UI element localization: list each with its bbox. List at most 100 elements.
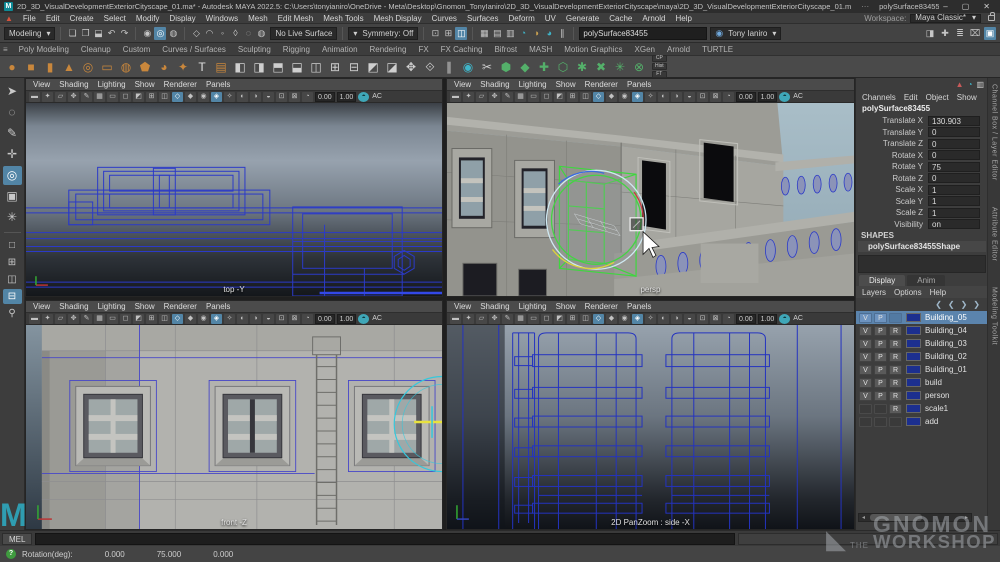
color-management-icon[interactable]: ◓ (779, 92, 790, 102)
new-scene-icon[interactable]: ❏ (66, 27, 78, 40)
channel-attribute-row[interactable]: Rotate X 0 (856, 150, 988, 162)
viewport-bookmark-icon[interactable]: ✦ (42, 92, 53, 102)
persp-viewport-canvas[interactable]: persp (447, 103, 854, 296)
launch-arnold-icon[interactable]: ◕ (543, 27, 555, 40)
open-render-view-icon[interactable]: ▦ (478, 27, 490, 40)
viewport-ao-icon[interactable]: ◑ (671, 314, 682, 324)
layout-persp-outliner-button[interactable]: ⊟ (3, 289, 22, 304)
layer-playback-toggle[interactable]: P (874, 391, 887, 401)
layer-editor-menu-item[interactable]: Layers (862, 288, 886, 297)
viewport-menu-item[interactable]: Lighting (98, 80, 126, 89)
channel-box-menu-item[interactable]: Object (926, 93, 949, 102)
snap-plane-icon[interactable]: ◊ (229, 27, 241, 40)
layer-row[interactable]: add (856, 415, 988, 428)
viewport-gate-mask-icon[interactable]: ◩ (554, 92, 565, 102)
toggle-channel-box-icon[interactable]: ▣ (984, 27, 996, 40)
ac-toggle[interactable]: AC (792, 315, 804, 322)
shelf-mini-button[interactable]: FT (652, 71, 667, 78)
menu-item[interactable]: Generate (561, 14, 604, 23)
select-hierarchy-icon[interactable]: ◉ (141, 27, 153, 40)
sidebar-vertical-tab[interactable]: Attribute Editor (991, 207, 998, 261)
layer-visibility-toggle[interactable] (859, 417, 872, 427)
channel-attribute-value[interactable]: 0 (928, 139, 980, 149)
viewport-xray-icon[interactable]: ⊠ (289, 92, 300, 102)
channel-attribute-value[interactable]: 1 (928, 196, 980, 206)
layer-row[interactable]: V P R build (856, 376, 988, 389)
channel-attribute-row[interactable]: Rotate Y 75 (856, 161, 988, 173)
layer-row[interactable]: V P R Building_03 (856, 337, 988, 350)
workspace-dropdown[interactable]: Maya Classic* ▾ (910, 14, 981, 23)
viewport-persp[interactable]: ViewShadingLightingShowRendererPanels ▬✦… (446, 78, 855, 297)
poly-plane-icon[interactable]: ▭ (99, 59, 115, 75)
boolean-difference-icon[interactable]: ◆ (517, 59, 533, 75)
maximize-button[interactable]: ▢ (962, 2, 970, 11)
channel-attribute-row[interactable]: Rotate Z 0 (856, 173, 988, 185)
shelf-tab[interactable]: Rendering (364, 44, 413, 55)
viewport-resolution-gate-icon[interactable]: ◻ (120, 314, 131, 324)
shelf-tab[interactable]: FX (412, 44, 434, 55)
viewport-exposure-icon[interactable]: ◔ (302, 314, 313, 324)
viewport-film-gate-icon[interactable]: ▭ (528, 92, 539, 102)
viewport-shadows-icon[interactable]: ◐ (658, 314, 669, 324)
viewport-isolate-icon[interactable]: ⊡ (697, 314, 708, 324)
command-line-input[interactable] (35, 533, 735, 545)
layer-visibility-toggle[interactable] (859, 404, 872, 414)
layer-display-type-toggle[interactable] (889, 417, 902, 427)
shelf-tab[interactable]: Animation (316, 44, 364, 55)
layer-display-type-toggle[interactable]: R (889, 404, 902, 414)
shelf-tab[interactable]: FX Caching (435, 44, 489, 55)
shelf-tab[interactable]: Rigging (277, 44, 316, 55)
shelf-tab[interactable]: Bifrost (488, 44, 523, 55)
viewport-menu-item[interactable]: Show (135, 80, 155, 89)
viewport-menu-item[interactable]: Shading (59, 302, 88, 311)
viewport-wireframe-on-shaded-icon[interactable]: ◈ (632, 92, 643, 102)
hypershade-icon[interactable]: ◑ (530, 27, 542, 40)
viewport-xray-icon[interactable]: ⊠ (710, 314, 721, 324)
viewport-menu-item[interactable]: Panels (627, 302, 651, 311)
rotate-tool[interactable]: ◎ (3, 166, 22, 185)
scroll-right-arrow[interactable]: ▸ (962, 514, 971, 521)
layout-four-pane-button[interactable]: ⊞ (3, 255, 22, 270)
menu-item[interactable]: Edit (41, 14, 65, 23)
viewport-shadows-icon[interactable]: ◐ (237, 92, 248, 102)
layer-color-swatch[interactable] (906, 378, 921, 387)
viewport-textured-icon[interactable]: ◉ (619, 314, 630, 324)
menu-item[interactable]: Edit Mesh (273, 14, 319, 23)
viewport-wireframe-icon[interactable]: ◇ (593, 314, 604, 324)
layer-display-type-toggle[interactable]: R (889, 391, 902, 401)
sphere-project-icon[interactable]: ◕ (156, 59, 172, 75)
viewport-textured-icon[interactable]: ◉ (619, 92, 630, 102)
viewport-bookmark-icon[interactable]: ✦ (463, 92, 474, 102)
sidebar-vertical-tab[interactable]: Channel Box / Layer Editor (991, 84, 998, 181)
lasso-select-tool[interactable]: ◌ (3, 103, 22, 122)
exposure-field[interactable]: 0.00 (315, 314, 335, 324)
viewport-lights-icon[interactable]: ✧ (645, 314, 656, 324)
command-result-field[interactable] (738, 533, 998, 545)
quad-draw-icon[interactable]: ◉ (460, 59, 476, 75)
viewport-2d-pan-zoom-icon[interactable]: ✥ (489, 314, 500, 324)
menu-item[interactable]: Windows (201, 14, 243, 23)
pause-viewport-icon[interactable]: ∥ (556, 27, 568, 40)
snap-grid-icon[interactable]: ◇ (190, 27, 202, 40)
snap-curve-icon[interactable]: ◠ (203, 27, 215, 40)
layer-editor-tab[interactable]: Anim (907, 275, 945, 286)
layer-playback-toggle[interactable]: P (874, 352, 887, 362)
ac-toggle[interactable]: AC (792, 93, 804, 100)
viewport-resolution-gate-icon[interactable]: ◻ (541, 314, 552, 324)
layer-playback-toggle[interactable] (874, 404, 887, 414)
viewport-motion-blur-icon[interactable]: ◒ (263, 314, 274, 324)
viewport-ao-icon[interactable]: ◑ (250, 314, 261, 324)
retopo-icon[interactable]: ✱ (574, 59, 590, 75)
viewport-grease-pencil-icon[interactable]: ✎ (502, 92, 513, 102)
viewport-exposure-icon[interactable]: ◔ (723, 92, 734, 102)
layer-color-swatch[interactable] (906, 326, 921, 335)
viewport-grease-pencil-icon[interactable]: ✎ (81, 314, 92, 324)
viewport-grid-icon[interactable]: ▦ (515, 314, 526, 324)
viewport-grid-icon[interactable]: ▦ (94, 314, 105, 324)
viewport-shadows-icon[interactable]: ◐ (237, 314, 248, 324)
viewport-safe-action-icon[interactable]: ◫ (159, 314, 170, 324)
snap-point-icon[interactable]: ◦ (216, 27, 228, 40)
svg-icon[interactable]: ▤ (213, 59, 229, 75)
scroll-left-arrow[interactable]: ◂ (859, 514, 868, 521)
layer-visibility-toggle[interactable]: V (859, 313, 872, 323)
